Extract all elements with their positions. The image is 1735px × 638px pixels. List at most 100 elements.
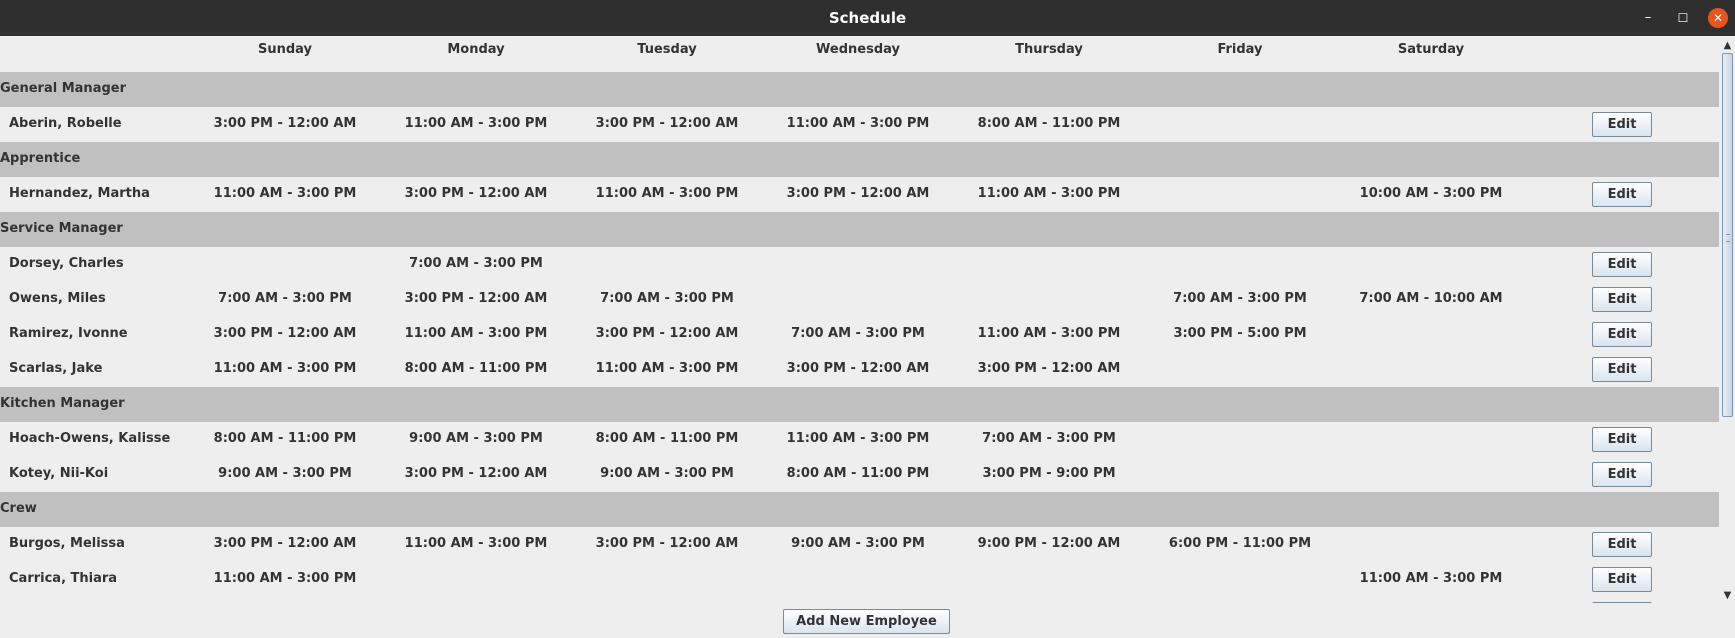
shift-cell-tuesday — [572, 597, 762, 603]
shift-cell-saturday — [1336, 457, 1526, 492]
employee-name: Burgos, Melissa — [9, 536, 125, 551]
group-name: Apprentice — [0, 151, 81, 166]
shift-cell-friday — [1145, 247, 1335, 282]
shift-cell-friday — [1145, 177, 1335, 212]
shift-cell-thursday: 11:00 AM - 3:00 PM — [977, 186, 1121, 201]
employee-name: Scarlas, Jake — [9, 361, 103, 376]
day-header-saturday: Saturday — [1397, 42, 1465, 57]
day-header-sunday: Sunday — [257, 42, 313, 57]
table-row: Carrica, Thiara 11:00 AM - 3:00 PM 11:00 A… — [0, 562, 1719, 597]
shift-cell-tuesday: 3:00 PM - 12:00 AM — [595, 536, 739, 551]
shift-cell-tuesday: 9:00 AM - 3:00 PM — [600, 466, 734, 481]
shift-cell-wednesday: 3:00 PM - 12:00 AM — [786, 361, 930, 376]
shift-cell-saturday — [1336, 597, 1526, 603]
close-icon[interactable]: ✕ — [1708, 8, 1728, 28]
edit-button[interactable]: Edit — [1592, 357, 1652, 382]
day-header-thursday: Thursday — [1015, 42, 1083, 57]
edit-button[interactable]: Edit — [1592, 602, 1652, 603]
table-row: Hernandez, Martha 11:00 AM - 3:00 PM 3:00 … — [0, 177, 1719, 212]
shift-cell-saturday — [1336, 527, 1526, 562]
shift-cell-wednesday: 9:00 AM - 3:00 PM — [791, 536, 925, 551]
scroll-down-icon[interactable]: ▼ — [1720, 588, 1735, 603]
scroll-up-icon[interactable]: ▲ — [1720, 38, 1735, 53]
shift-cell-sunday: 9:00 AM - 3:00 PM — [218, 466, 352, 481]
shift-cell-friday — [1145, 352, 1335, 387]
grip-icon — [1726, 234, 1730, 242]
day-header-friday: Friday — [1217, 42, 1263, 57]
employee-name: Hoach-Owens, Kalisse — [9, 431, 171, 446]
shift-cell-monday: 11:00 AM - 3:00 PM — [404, 116, 548, 131]
edit-button[interactable]: Edit — [1592, 427, 1652, 452]
shift-cell-wednesday — [763, 562, 953, 597]
shift-cell-thursday: 7:00 AM - 3:00 PM — [982, 431, 1116, 446]
edit-button[interactable]: Edit — [1592, 182, 1652, 207]
vertical-scrollbar[interactable]: ▲ ▼ — [1720, 36, 1735, 603]
shift-cell-sunday: 11:00 AM - 3:00 PM — [213, 186, 357, 201]
shift-cell-friday — [1145, 597, 1335, 603]
shift-cell-sunday: 7:00 AM - 3:00 PM — [218, 291, 352, 306]
edit-button[interactable]: Edit — [1592, 567, 1652, 592]
shift-cell-wednesday: 8:00 AM - 11:00 PM — [786, 466, 930, 481]
group-name: Crew — [0, 501, 37, 516]
day-header-tuesday: Tuesday — [637, 42, 697, 57]
shift-cell-friday — [1145, 107, 1335, 142]
shift-cell-friday: 3:00 PM - 5:00 PM — [1173, 326, 1307, 341]
shift-cell-monday: 11:00 AM - 3:00 PM — [404, 536, 548, 551]
maximize-icon[interactable]: ☐ — [1673, 8, 1693, 28]
shift-cell-sunday — [190, 247, 380, 282]
shift-cell-sunday: 3:00 PM - 12:00 AM — [213, 326, 357, 341]
shift-cell-wednesday: 7:00 AM - 3:00 PM — [791, 326, 925, 341]
shift-cell-thursday — [954, 562, 1144, 597]
shift-cell-friday — [1145, 457, 1335, 492]
shift-cell-thursday: 9:00 PM - 12:00 AM — [977, 536, 1121, 551]
shift-cell-friday — [1145, 562, 1335, 597]
edit-button[interactable]: Edit — [1592, 112, 1652, 137]
shift-cell-tuesday — [572, 562, 762, 597]
table-row: Burgos, Melissa 3:00 PM - 12:00 AM 11:00 A… — [0, 527, 1719, 562]
edit-button[interactable]: Edit — [1592, 322, 1652, 347]
shift-cell-thursday: 11:00 AM - 3:00 PM — [977, 326, 1121, 341]
shift-cell-tuesday: 8:00 AM - 11:00 PM — [595, 431, 739, 446]
table-row: Kotey, Nii-Koi 9:00 AM - 3:00 PM 3:00 PM -… — [0, 457, 1719, 492]
group-name: General Manager — [0, 81, 126, 96]
group-name: Kitchen Manager — [0, 396, 125, 411]
shift-cell-saturday — [1336, 422, 1526, 457]
edit-button[interactable]: Edit — [1592, 462, 1652, 487]
shift-cell-sunday: 8:00 AM - 11:00 PM — [213, 431, 357, 446]
shift-cell-saturday: 10:00 AM - 3:00 PM — [1359, 186, 1503, 201]
day-header-monday: Monday — [447, 42, 505, 57]
shift-cell-monday: 8:00 AM - 11:00 PM — [404, 361, 548, 376]
minimize-icon[interactable]: – — [1638, 8, 1658, 28]
shift-cell-saturday — [1336, 317, 1526, 352]
shift-cell-thursday — [954, 282, 1144, 317]
shift-cell-saturday: 7:00 AM - 10:00 AM — [1359, 291, 1503, 306]
table-row: Hoach-Owens, Kalisse 8:00 AM - 11:00 PM 9:… — [0, 422, 1719, 457]
employee-name: Ramirez, Ivonne — [9, 326, 128, 341]
shift-cell-thursday — [954, 597, 1144, 603]
shift-cell-saturday — [1336, 247, 1526, 282]
shift-cell-sunday: 3:00 PM - 12:00 AM — [213, 536, 357, 551]
employee-name: Carrica, Thiara — [9, 571, 118, 586]
edit-button[interactable]: Edit — [1592, 532, 1652, 557]
shift-cell-sunday: 11:00 AM - 3:00 PM — [213, 571, 357, 586]
edit-button[interactable]: Edit — [1592, 287, 1652, 312]
shift-cell-sunday: 11:00 AM - 3:00 PM — [213, 361, 357, 376]
edit-button[interactable]: Edit — [1592, 252, 1652, 277]
employee-name: Owens, Miles — [9, 291, 106, 306]
shift-cell-tuesday — [572, 247, 762, 282]
shift-cell-monday: 7:00 AM - 3:00 PM — [409, 256, 543, 271]
shift-cell-tuesday: 3:00 PM - 12:00 AM — [595, 326, 739, 341]
table-row: Scarlas, Jake 11:00 AM - 3:00 PM 8:00 AM -… — [0, 352, 1719, 387]
shift-cell-friday: 7:00 AM - 3:00 PM — [1173, 291, 1307, 306]
group-header: Kitchen Manager — [0, 387, 1719, 422]
shift-cell-monday: 3:00 PM - 12:00 AM — [404, 186, 548, 201]
employee-name: Dorsey, Charles — [9, 256, 124, 271]
add-new-employee-button[interactable]: Add New Employee — [783, 609, 950, 634]
shift-cell-wednesday — [763, 247, 953, 282]
title-bar: Schedule – ☐ ✕ — [0, 0, 1735, 36]
shift-cell-tuesday: 11:00 AM - 3:00 PM — [595, 361, 739, 376]
shift-cell-friday: 6:00 PM - 11:00 PM — [1168, 536, 1312, 551]
group-header: Crew — [0, 492, 1719, 527]
shift-cell-thursday: 3:00 PM - 12:00 AM — [977, 361, 1121, 376]
scrollbar-thumb[interactable] — [1722, 53, 1733, 417]
